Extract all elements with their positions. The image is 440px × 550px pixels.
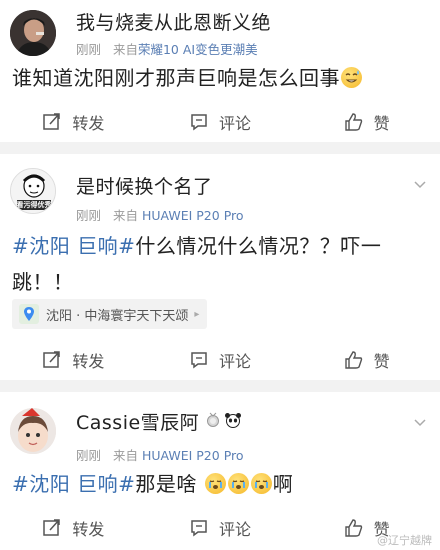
post-meta: 刚刚 来自荣耀10 AI变色更潮美: [76, 39, 258, 58]
medal-icon: [207, 412, 219, 427]
sweat-smile-emoji-icon: [341, 67, 362, 88]
repost-icon: [43, 351, 61, 368]
avatar[interactable]: 看污得优秀: [10, 168, 56, 214]
chevron-right-icon: ▸: [194, 308, 200, 320]
crying-emoji-icon: [227, 473, 249, 494]
location-tag[interactable]: 沈阳 · 中海寰宇天下天颂 ▸: [12, 299, 208, 329]
location-pin-icon: [19, 304, 39, 324]
post-meta: 刚刚 来自 HUAWEI P20 Pro: [76, 445, 244, 464]
user-name[interactable]: 我与烧麦从此恩断义绝: [76, 8, 271, 35]
source-prefix: 来自: [112, 42, 138, 57]
like-icon: [344, 113, 362, 131]
like-icon: [344, 519, 362, 537]
like-icon: [344, 351, 362, 369]
comment-button[interactable]: 评论: [147, 102, 294, 142]
post-time: 刚刚: [76, 448, 102, 463]
hashtag-link[interactable]: #沈阳 巨响#: [12, 472, 135, 496]
source-prefix: 来自: [112, 208, 138, 223]
avatar[interactable]: [10, 10, 56, 56]
repost-button[interactable]: 转发: [0, 508, 147, 548]
post-card-1: 我与烧麦从此恩断义绝 刚刚 来自荣耀10 AI变色更潮美 谁知道沈阳刚才那声巨响…: [0, 0, 440, 142]
comment-button[interactable]: 评论: [147, 340, 294, 380]
repost-icon: [43, 113, 61, 130]
comment-icon: [191, 114, 207, 131]
like-button[interactable]: 赞: [293, 340, 440, 380]
post-card-2: 看污得优秀 是时候换个名了 刚刚 来自 HUAWEI P20 Pro #沈阳 巨…: [0, 154, 440, 380]
avatar-caption: 看污得优秀: [16, 201, 52, 209]
source-link[interactable]: HUAWEI P20 Pro: [142, 208, 244, 223]
comment-button[interactable]: 评论: [147, 508, 294, 548]
hashtag-link[interactable]: #沈阳 巨响#: [12, 234, 135, 258]
crying-emoji-icon: [204, 473, 226, 494]
user-badges: [206, 412, 242, 432]
source-link[interactable]: 荣耀10 AI变色更潮美: [138, 42, 258, 57]
user-name[interactable]: Cassie雪辰阿: [76, 408, 199, 435]
post-text: 谁知道沈阳刚才那声巨响是怎么回事: [12, 60, 430, 96]
post-time: 刚刚: [76, 42, 102, 57]
post-actions: 转发 评论 赞: [0, 340, 440, 380]
comment-icon: [191, 352, 207, 369]
like-button[interactable]: 赞: [293, 102, 440, 142]
repost-button[interactable]: 转发: [0, 340, 147, 380]
post-actions: 转发 评论 赞: [0, 102, 440, 142]
post-text: #沈阳 巨响#什么情况什么情况？？吓一 跳！！: [12, 234, 382, 294]
repost-icon: [43, 519, 61, 536]
post-actions: 转发 评论 赞: [0, 508, 440, 548]
panda-icon: [225, 413, 242, 428]
watermark: @辽宁越牌: [377, 534, 432, 547]
chevron-down-icon[interactable]: [412, 176, 428, 192]
post-meta: 刚刚 来自 HUAWEI P20 Pro: [76, 205, 244, 224]
crying-emoji-icon: [250, 473, 272, 494]
post-time: 刚刚: [76, 208, 102, 223]
post-text: #沈阳 巨响#那是啥 啊: [12, 472, 294, 496]
chevron-down-icon[interactable]: [412, 414, 428, 430]
avatar[interactable]: [10, 408, 56, 454]
post-card-3: Cassie雪辰阿 刚刚 来自 HUAWEI P20 Pro #沈阳 巨响#那是…: [0, 392, 440, 550]
user-name[interactable]: 是时候换个名了: [76, 172, 213, 199]
repost-button[interactable]: 转发: [0, 102, 147, 142]
source-prefix: 来自: [112, 448, 138, 463]
comment-icon: [191, 520, 207, 537]
source-link[interactable]: HUAWEI P20 Pro: [142, 448, 244, 463]
